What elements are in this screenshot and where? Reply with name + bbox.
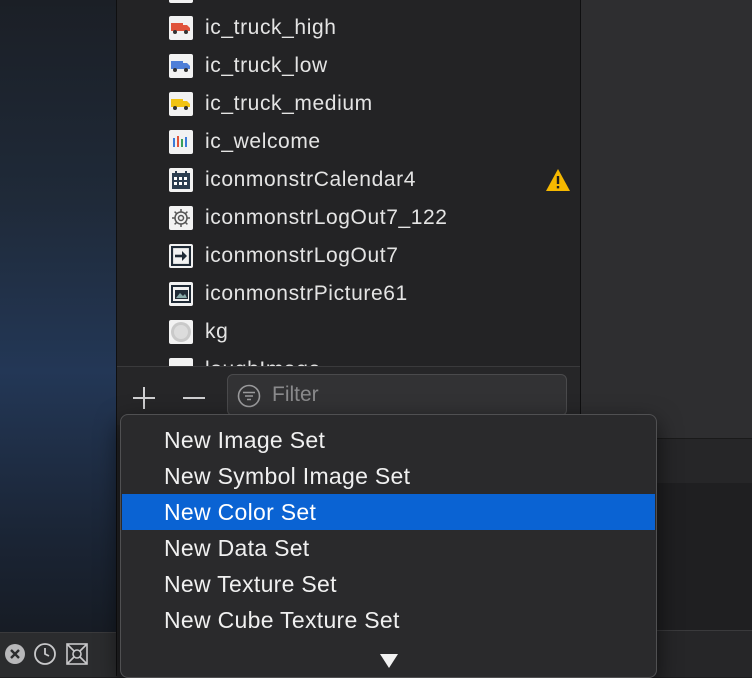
gear-icon bbox=[169, 206, 193, 230]
list-item[interactable]: ic_welcome bbox=[117, 123, 580, 161]
list-item[interactable]: iconmonstrLogOut7_122 bbox=[117, 199, 580, 237]
list-item[interactable]: ic_truck_medium bbox=[117, 85, 580, 123]
image-icon bbox=[169, 0, 193, 3]
list-item[interactable]: iconmonstrPicture61 bbox=[117, 275, 580, 313]
calendar-icon bbox=[169, 168, 193, 192]
warning-icon[interactable] bbox=[545, 168, 571, 197]
list-item[interactable]: kg bbox=[117, 313, 580, 351]
kg-icon bbox=[169, 320, 193, 344]
asset-label: ic_truck_medium bbox=[205, 92, 373, 115]
menu-item-label: New Texture Set bbox=[164, 570, 337, 597]
list-item[interactable]: loughImage bbox=[117, 351, 580, 366]
add-asset-menu: New Image Set New Symbol Image Set New C… bbox=[120, 414, 657, 678]
left-bottom-toolbar bbox=[0, 632, 116, 677]
list-item[interactable]: ic_truck_low bbox=[117, 47, 580, 85]
menu-item-new-data-set[interactable]: New Data Set bbox=[122, 530, 655, 566]
asset-label: ic_welcome bbox=[205, 130, 321, 153]
down-triangle-icon[interactable] bbox=[379, 653, 399, 674]
asset-label: ic_truck_high bbox=[205, 16, 337, 39]
asset-label: loughImage bbox=[205, 358, 321, 366]
list-item[interactable]: iconmonstrLogOut7 bbox=[117, 237, 580, 275]
menu-item-label: New Cube Texture Set bbox=[164, 606, 400, 633]
plus-icon[interactable] bbox=[129, 383, 159, 413]
menu-item-new-texture-set[interactable]: New Texture Set bbox=[122, 566, 655, 602]
welcome-icon bbox=[169, 130, 193, 154]
menu-item-new-color-set[interactable]: New Color Set bbox=[122, 494, 655, 530]
asset-label: iconmonstrLogOut7 bbox=[205, 244, 399, 267]
filter-icon bbox=[237, 384, 261, 413]
clear-icon[interactable] bbox=[2, 641, 28, 667]
filter-input[interactable] bbox=[270, 381, 554, 409]
image-icon bbox=[169, 358, 193, 366]
menu-item-label: New Image Set bbox=[164, 426, 326, 453]
minus-icon[interactable] bbox=[179, 383, 209, 413]
truck-red-icon bbox=[169, 16, 193, 40]
menu-item-new-cube-texture-set[interactable]: New Cube Texture Set bbox=[122, 602, 655, 638]
asset-label: iconmonstrCalendar4 bbox=[205, 168, 417, 191]
asset-label: ic_truck_low bbox=[205, 54, 328, 77]
menu-item-label: New Data Set bbox=[164, 534, 310, 561]
menu-item-new-symbol-image-set[interactable]: New Symbol Image Set bbox=[122, 458, 655, 494]
picture-icon bbox=[169, 282, 193, 306]
asset-label: iconmonstrPicture61 bbox=[205, 282, 408, 305]
list-item[interactable]: iconmonstrCalendar4 bbox=[117, 161, 580, 199]
asset-label: kg bbox=[205, 320, 229, 343]
asset-list: ic_truck_high ic_truck_low ic_truck_medi… bbox=[117, 0, 580, 366]
inspector-icon[interactable] bbox=[64, 641, 90, 667]
truck-yellow-icon bbox=[169, 92, 193, 116]
menu-item-new-image-set[interactable]: New Image Set bbox=[122, 422, 655, 458]
list-item[interactable]: ic_truck_high bbox=[117, 9, 580, 47]
truck-blue-icon bbox=[169, 54, 193, 78]
asset-label: iconmonstrLogOut7_122 bbox=[205, 206, 448, 229]
left-editor-area bbox=[0, 0, 116, 676]
menu-item-label: New Color Set bbox=[164, 498, 317, 525]
history-icon[interactable] bbox=[32, 641, 58, 667]
logout-icon bbox=[169, 244, 193, 268]
menu-item-label: New Symbol Image Set bbox=[164, 462, 411, 489]
filter-field[interactable] bbox=[227, 374, 567, 416]
